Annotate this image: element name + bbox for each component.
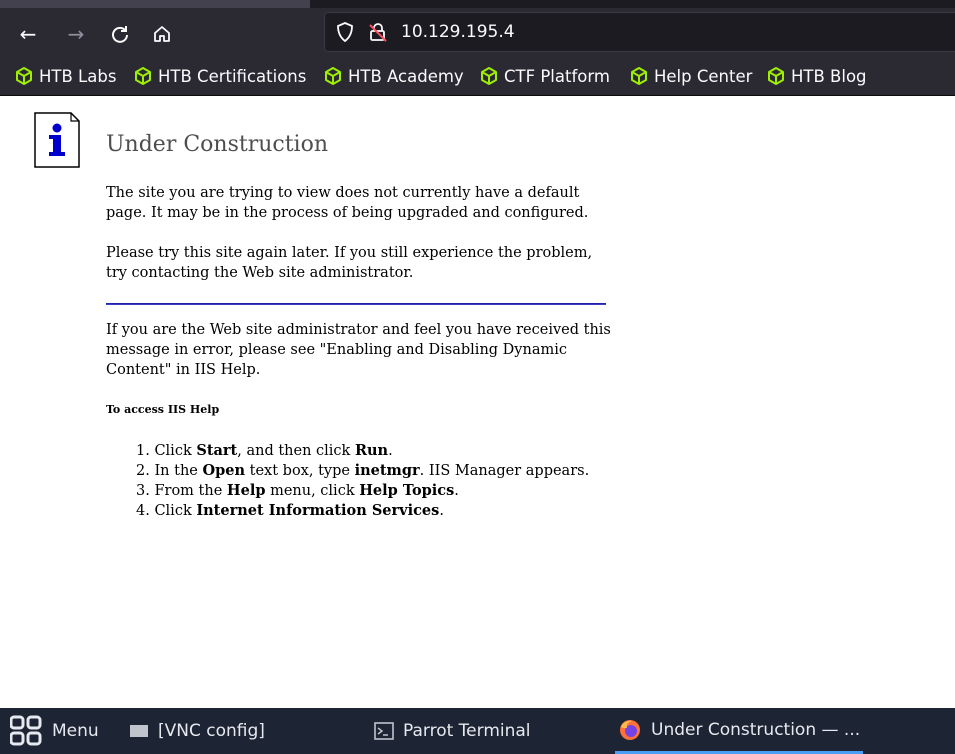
step-bold: Start [196, 442, 238, 459]
taskbar-item-label: Parrot Terminal [403, 721, 531, 741]
htb-cube-icon [135, 67, 151, 85]
page-content: Under Construction The site you are tryi… [0, 96, 955, 708]
info-icon [34, 112, 80, 168]
step-bold: Internet Information Services [196, 502, 440, 519]
taskbar-item-vnc-config[interactable]: [VNC config] [129, 708, 265, 754]
step-bold: inetmgr [354, 462, 420, 479]
list-item: 4. Click Internet Information Services. [136, 501, 589, 521]
step-text: menu, click [265, 483, 360, 499]
step-text: Click [154, 443, 197, 459]
list-item: 3. From the Help menu, click Help Topics… [136, 481, 589, 501]
help-steps-list: 1. Click Start, and then click Run. 2. I… [136, 441, 589, 521]
retry-paragraph: Please try this site again later. If you… [106, 245, 593, 281]
step-number: 2. [136, 463, 150, 479]
bookmark-label: HTB Certifications [158, 66, 307, 86]
admin-paragraph: If you are the Web site administrator an… [106, 322, 611, 378]
reload-icon[interactable] [106, 20, 134, 48]
url-bar[interactable]: 10.129.195.4 [324, 12, 955, 52]
step-text: In the [154, 463, 203, 479]
bookmark-help-center[interactable]: Help Center [629, 56, 752, 96]
firefox-icon [620, 719, 640, 740]
bookmark-label: CTF Platform [504, 66, 610, 86]
taskbar-item-under-construction[interactable]: Under Construction — ... [615, 708, 863, 754]
list-item: 1. Click Start, and then click Run. [136, 441, 589, 461]
navigation-toolbar: ← → 10.129.195.4 [0, 8, 955, 56]
bookmark-label: HTB Blog [791, 66, 867, 86]
shield-icon[interactable] [335, 13, 355, 51]
step-bold: Help [226, 482, 266, 499]
step-text: . [454, 483, 459, 499]
step-bold: Run [354, 442, 389, 459]
bookmark-htb-certifications[interactable]: HTB Certifications [133, 56, 306, 96]
htb-cube-icon [631, 67, 647, 85]
taskbar-item-parrot-terminal[interactable]: Parrot Terminal [374, 708, 531, 754]
taskbar-item-label: [VNC config] [158, 721, 265, 741]
htb-cube-icon [325, 67, 341, 85]
intro-paragraph: The site you are trying to view does not… [106, 185, 589, 221]
htb-cube-icon [481, 67, 497, 85]
bookmark-htb-blog[interactable]: HTB Blog [766, 56, 867, 96]
bookmark-htb-academy[interactable]: HTB Academy [323, 56, 464, 96]
terminal-icon [374, 722, 394, 740]
list-item: 2. In the Open text box, type inetmgr. I… [136, 461, 589, 481]
step-number: 4. [136, 503, 150, 519]
bookmark-ctf-platform[interactable]: CTF Platform [479, 56, 610, 96]
back-icon[interactable]: ← [14, 20, 42, 48]
tab-strip [0, 0, 955, 8]
forward-icon[interactable]: → [62, 20, 90, 48]
step-text: . [388, 443, 393, 459]
help-heading: To access IIS Help [106, 403, 220, 416]
browser-chrome: ← → 10.129.195.4 HTB Labs HTB Certificat… [0, 0, 955, 96]
step-number: 3. [136, 483, 150, 499]
step-text: . [439, 503, 444, 519]
step-number: 1. [136, 443, 150, 459]
htb-cube-icon [16, 67, 32, 85]
insecure-lock-icon[interactable] [367, 13, 389, 51]
bookmark-label: Help Center [654, 66, 753, 86]
bookmark-htb-labs[interactable]: HTB Labs [14, 56, 116, 96]
home-icon[interactable] [148, 20, 176, 48]
window-icon [130, 725, 148, 737]
taskbar-item-label: Under Construction — ... [651, 719, 861, 740]
step-text: . IIS Manager appears. [419, 463, 590, 479]
step-text: text box, type [245, 463, 355, 479]
menu-button[interactable]: Menu [10, 708, 99, 754]
bookmarks-toolbar: HTB Labs HTB Certifications HTB Academy … [0, 56, 955, 96]
menu-label: Menu [52, 721, 99, 741]
page-title: Under Construction [106, 132, 328, 157]
step-text: , and then click [237, 443, 355, 459]
step-bold: Open [202, 462, 246, 479]
step-bold: Help Topics [359, 482, 455, 499]
divider [106, 303, 606, 305]
step-text: Click [154, 503, 197, 519]
bookmark-label: HTB Labs [39, 66, 117, 86]
taskbar: Menu [VNC config] Parrot Terminal Under … [0, 708, 955, 754]
step-text: From the [154, 483, 227, 499]
url-text[interactable]: 10.129.195.4 [401, 13, 515, 51]
tab-active-stub[interactable] [0, 0, 310, 8]
apps-grid-icon [10, 715, 42, 746]
bookmark-label: HTB Academy [348, 66, 464, 86]
htb-cube-icon [768, 67, 784, 85]
